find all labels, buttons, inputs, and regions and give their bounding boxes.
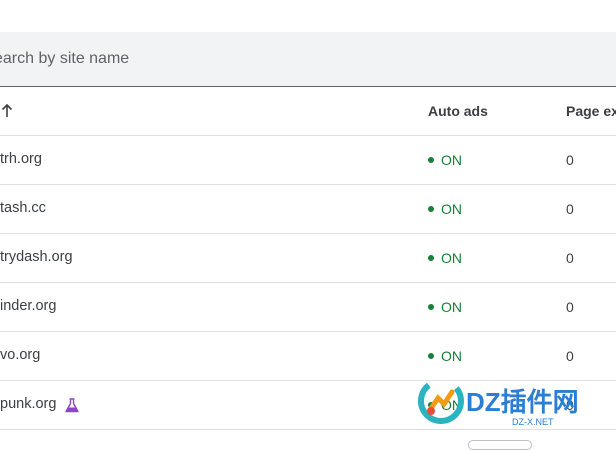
site-name[interactable]: trydash.org bbox=[0, 249, 73, 265]
site-name[interactable]: tash.cc bbox=[0, 200, 46, 216]
table-row[interactable]: inder.org ON 0 bbox=[0, 283, 616, 332]
watermark-text: DZ插件网 bbox=[466, 387, 579, 417]
table-row[interactable]: trydash.org ON 0 bbox=[0, 234, 616, 283]
auto-ads-status: ON bbox=[428, 299, 462, 315]
site-name[interactable]: inder.org bbox=[0, 298, 56, 314]
flask-icon bbox=[65, 398, 79, 413]
status-dot-icon bbox=[428, 206, 434, 212]
page-value: 0 bbox=[566, 152, 574, 168]
page-value: 0 bbox=[566, 250, 574, 266]
auto-ads-status: ON bbox=[428, 152, 462, 168]
watermark-logo-icon bbox=[418, 378, 464, 424]
site-name[interactable]: vo.org bbox=[0, 347, 40, 363]
status-dot-icon bbox=[428, 255, 434, 261]
page-value: 0 bbox=[566, 348, 574, 364]
site-name[interactable]: punk.org bbox=[0, 396, 56, 412]
page-value: 0 bbox=[566, 299, 574, 315]
search-bar[interactable] bbox=[0, 32, 616, 87]
sort-arrow-up-icon[interactable] bbox=[1, 104, 13, 118]
site-name[interactable]: trh.org bbox=[0, 151, 42, 167]
status-dot-icon bbox=[428, 157, 434, 163]
status-dot-icon bbox=[428, 353, 434, 359]
table-header: Auto ads Page ex bbox=[0, 88, 616, 136]
watermark-subtext: DZ-X.NET bbox=[512, 417, 554, 427]
table-row[interactable]: tash.cc ON 0 bbox=[0, 185, 616, 234]
search-input[interactable] bbox=[0, 32, 610, 86]
status-dot-icon bbox=[428, 304, 434, 310]
auto-ads-status: ON bbox=[428, 348, 462, 364]
watermark: DZ插件网 DZ-X.NET bbox=[416, 374, 616, 434]
column-header-auto-ads[interactable]: Auto ads bbox=[428, 103, 488, 119]
auto-ads-status: ON bbox=[428, 201, 462, 217]
partial-button[interactable] bbox=[468, 440, 532, 450]
page-value: 0 bbox=[566, 201, 574, 217]
column-header-page[interactable]: Page ex bbox=[566, 103, 616, 119]
table-row[interactable]: trh.org ON 0 bbox=[0, 136, 616, 185]
auto-ads-status: ON bbox=[428, 250, 462, 266]
